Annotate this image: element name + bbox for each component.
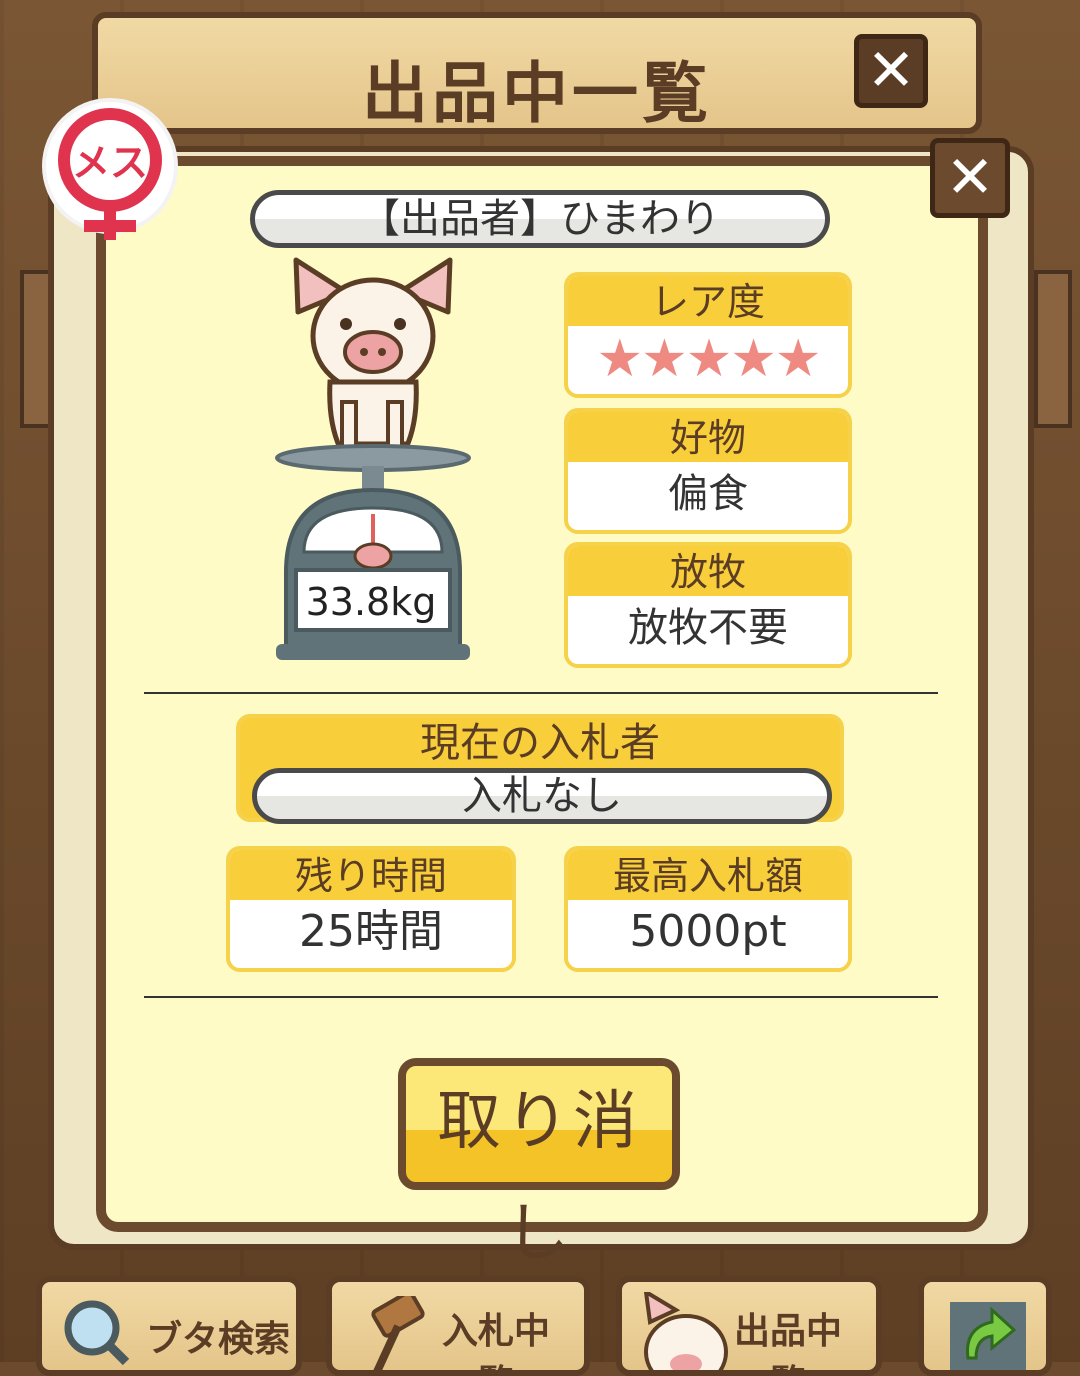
refresh-icon: [950, 1302, 1026, 1370]
rarity-stars: ★★★★★: [596, 329, 821, 389]
divider: [144, 996, 938, 998]
female-symbol-icon: メス: [58, 108, 162, 240]
seller-name-bar: 【出品者】ひまわり: [250, 190, 830, 248]
nav-bidding-label: 入札中一覧: [442, 1311, 551, 1370]
time-left-value: 25時間: [299, 906, 443, 957]
pig-face-icon: [643, 1292, 728, 1370]
current-bidder-box: 現在の入札者 入札なし: [236, 714, 844, 824]
grazing-value: 放牧不要: [628, 605, 788, 651]
close-icon: ✕: [866, 36, 916, 104]
nav-listing-button[interactable]: 出品中一覧: [616, 1276, 882, 1376]
nav-bidding-button[interactable]: 入札中一覧: [326, 1276, 590, 1376]
close-list-button[interactable]: ✕: [854, 34, 928, 108]
current-bidder-label: 現在の入札者: [420, 720, 660, 766]
wall-beam: [1034, 270, 1072, 428]
weight-readout: 33.8kg: [305, 580, 437, 624]
highest-bid-label: 最高入札額: [568, 850, 848, 900]
grazing-box: 放牧 放牧不要: [564, 542, 852, 668]
grazing-label: 放牧: [568, 546, 848, 596]
current-bidder-value: 入札なし: [252, 768, 832, 824]
close-detail-button[interactable]: ✕: [930, 138, 1010, 218]
nav-refresh-button[interactable]: [918, 1276, 1052, 1376]
magnifier-icon: [64, 1300, 130, 1366]
gender-badge: メス: [46, 102, 174, 240]
gender-label: メス: [72, 141, 148, 185]
nav-pig-search-label: ブタ検索: [146, 1319, 291, 1360]
time-left-box: 残り時間 25時間: [226, 846, 516, 972]
nav-listing-label: 出品中一覧: [734, 1311, 843, 1370]
favorite-food-box: 好物 偏食: [564, 408, 852, 534]
time-left-label: 残り時間: [230, 850, 512, 900]
rarity-label: レア度: [568, 276, 848, 326]
favorite-food-label: 好物: [568, 412, 848, 462]
divider: [144, 692, 938, 694]
highest-bid-value: 5000pt: [629, 906, 787, 957]
header-plank: 出品中一覧: [92, 12, 982, 134]
nav-pig-search-button[interactable]: ブタ検索: [36, 1276, 302, 1376]
rarity-box: レア度 ★★★★★: [564, 272, 852, 398]
favorite-food-value: 偏食: [668, 471, 748, 517]
gavel-icon: [371, 1296, 425, 1370]
page-title: 出品中一覧: [362, 55, 712, 132]
cancel-listing-button[interactable]: 取り消し: [398, 1058, 680, 1271]
close-icon: ✕: [945, 143, 995, 211]
highest-bid-box: 最高入札額 5000pt: [564, 846, 852, 972]
